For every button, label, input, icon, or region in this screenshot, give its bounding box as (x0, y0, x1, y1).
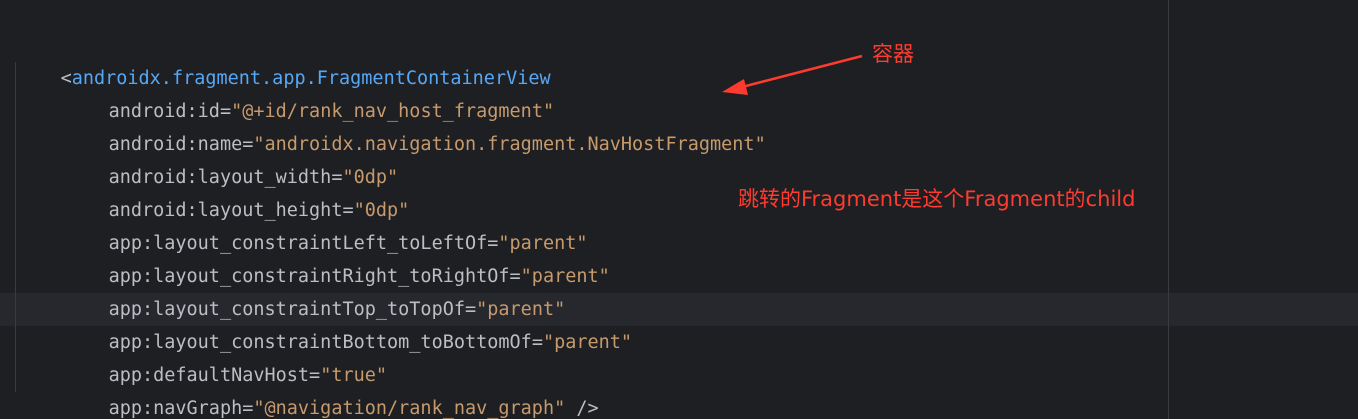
right-margin-guide (1168, 0, 1169, 419)
code-line-attribute[interactable]: android:layout_width="0dp" (64, 128, 399, 188)
code-line-attribute[interactable]: app:layout_constraintRight_toRightOf="pa… (64, 227, 610, 287)
attribute-value: "parent" (542, 332, 633, 353)
code-line-tag-open[interactable]: <androidx.fragment.app.FragmentContainer… (16, 29, 551, 89)
attribute-value: "@navigation/rank_nav_graph" (253, 398, 566, 419)
code-line-attribute[interactable]: app:defaultNavHost="true" (64, 326, 387, 386)
code-line-attribute[interactable]: app:layout_constraintLeft_toLeftOf="pare… (64, 194, 588, 254)
equals-sign: = (242, 398, 254, 419)
attribute-name: app:navGraph (108, 398, 243, 419)
code-line-attribute[interactable]: app:navGraph="@navigation/rank_nav_graph… (64, 359, 599, 419)
child-fragment-annotation: 跳转的Fragment是这个Fragment的child (738, 187, 1136, 211)
self-close-tag: /> (565, 398, 599, 419)
container-annotation: 容器 (872, 42, 914, 66)
equals-sign: = (531, 332, 543, 353)
code-line-attribute[interactable]: app:layout_constraintBottom_toBottomOf="… (64, 293, 633, 353)
code-line-attribute[interactable]: android:name="androidx.navigation.fragme… (64, 95, 766, 155)
code-line-attribute[interactable]: app:layout_constraintTop_toTopOf="parent… (64, 260, 566, 320)
code-line-attribute[interactable]: android:layout_height="0dp" (64, 161, 410, 221)
code-editor[interactable]: <androidx.fragment.app.FragmentContainer… (0, 0, 1358, 419)
code-line-attribute[interactable]: android:id="@+id/rank_nav_host_fragment" (64, 62, 555, 122)
